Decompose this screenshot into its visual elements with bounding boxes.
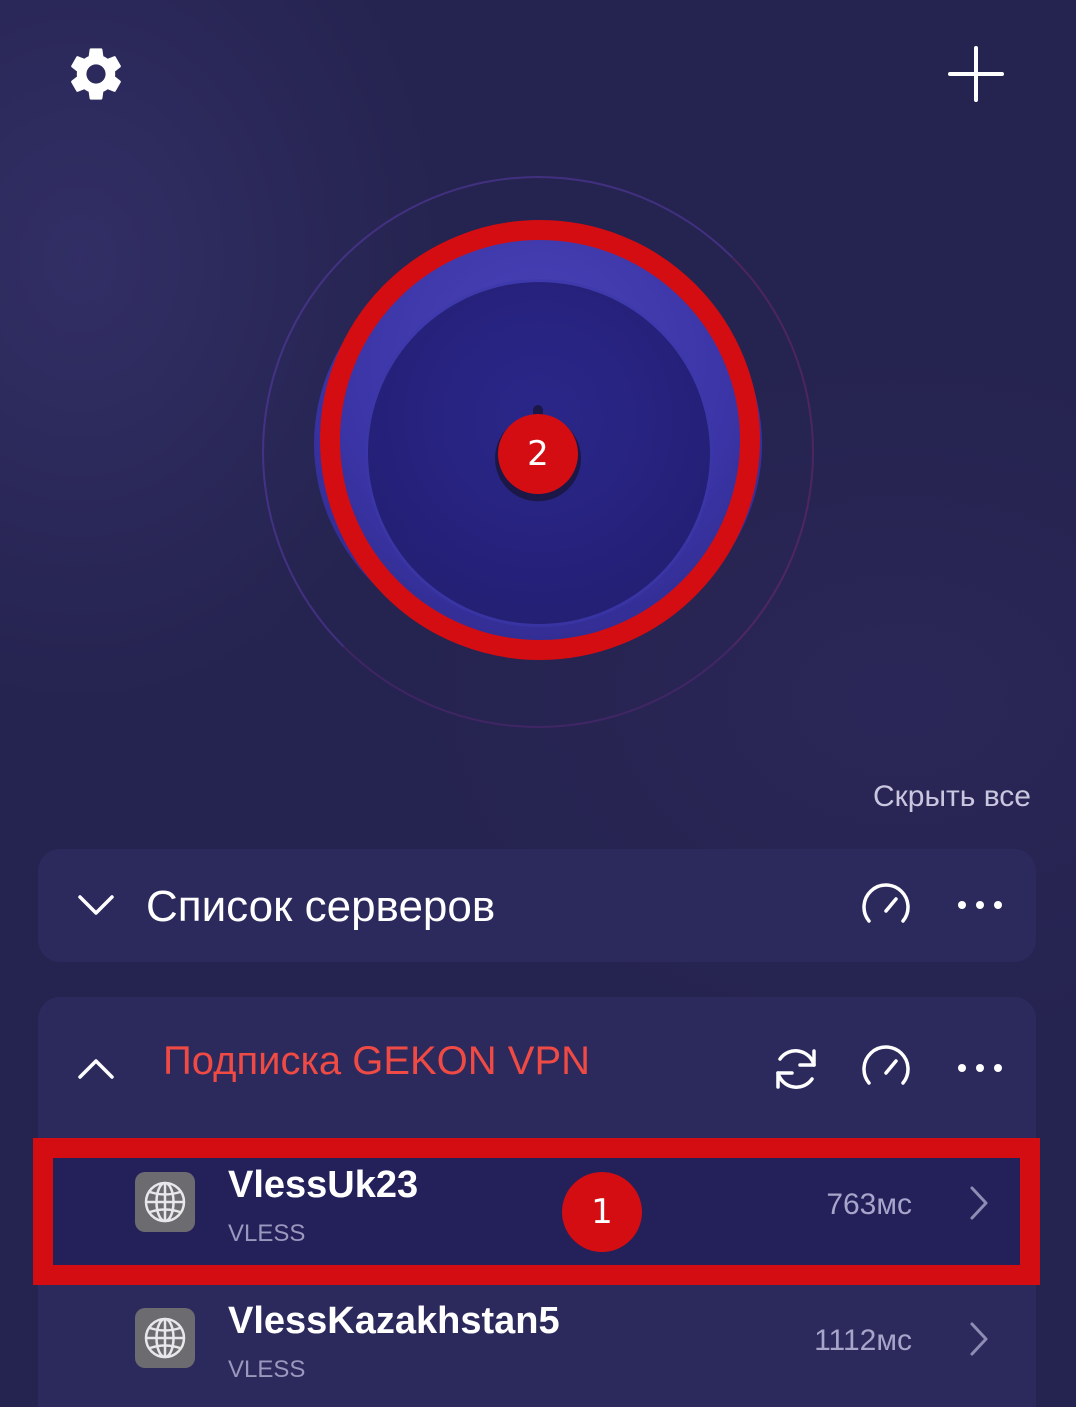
step-badge-2: 2	[498, 414, 578, 494]
globe-icon	[135, 1308, 195, 1368]
server-protocol: VLESS	[228, 1356, 306, 1383]
globe-icon	[135, 1172, 195, 1232]
chevron-right-icon	[970, 1322, 988, 1356]
step-badge-1: 1	[562, 1172, 642, 1252]
server-name: VlessKazakhstan5	[228, 1300, 560, 1342]
chevron-up-icon[interactable]	[76, 1053, 116, 1083]
chevron-down-icon[interactable]	[76, 889, 116, 919]
server-ping: 1112мс	[814, 1324, 912, 1357]
settings-button[interactable]	[56, 34, 136, 114]
hide-all-link[interactable]: Скрыть все	[873, 780, 1031, 814]
plus-icon	[948, 46, 1004, 102]
server-name: VlessUk23	[228, 1164, 419, 1206]
more-icon[interactable]	[956, 1062, 1004, 1074]
server-row-vlesskazakhstan5[interactable]: VlessKazakhstan5 VLESS 1112мс	[38, 1278, 1036, 1406]
server-ping: 763мс	[826, 1188, 912, 1221]
speedometer-icon[interactable]	[860, 1043, 912, 1091]
chevron-right-icon	[970, 1186, 988, 1220]
add-server-button[interactable]	[936, 34, 1016, 114]
server-protocol: VLESS	[228, 1220, 306, 1247]
subscription-title: Подписка GEKON VPN	[163, 1039, 591, 1083]
server-row-vlessuk23[interactable]: VlessUk23 VLESS 763мс	[38, 1142, 1036, 1270]
more-icon[interactable]	[956, 899, 1004, 911]
server-list-group[interactable]: Список серверов	[38, 849, 1036, 962]
speedometer-icon[interactable]	[860, 881, 912, 929]
group-title: Список серверов	[146, 882, 496, 931]
refresh-icon[interactable]	[770, 1043, 822, 1095]
gear-icon	[71, 48, 121, 100]
